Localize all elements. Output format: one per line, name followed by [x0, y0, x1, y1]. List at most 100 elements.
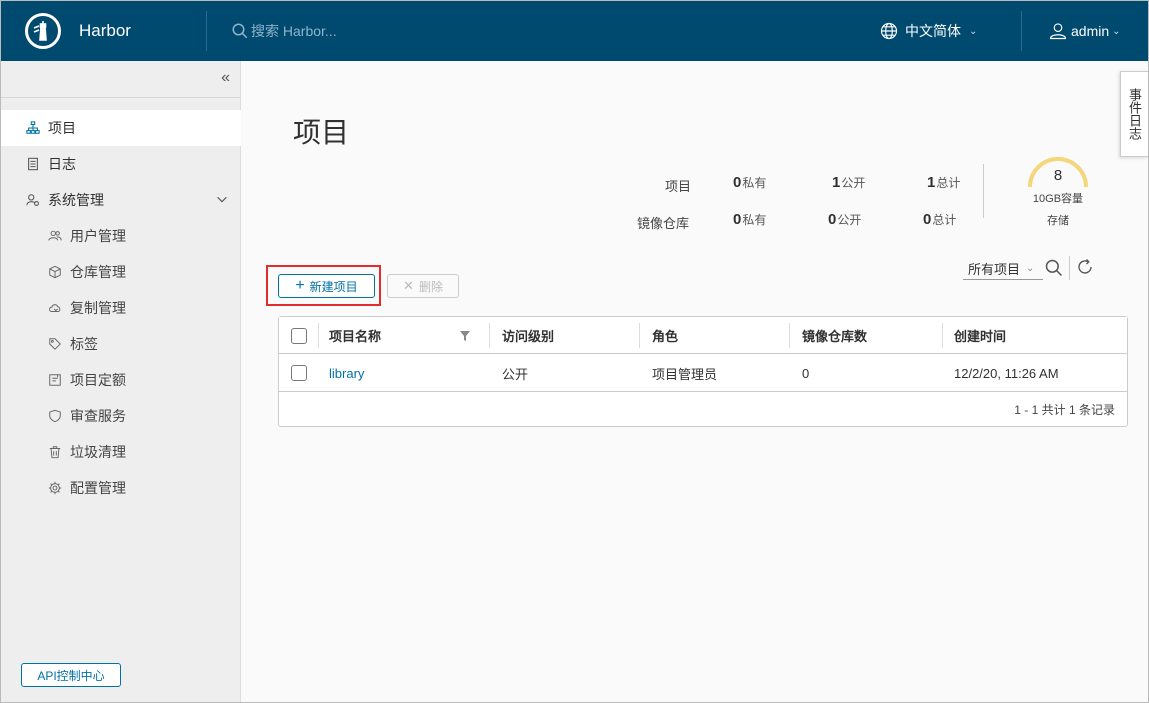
storage-label: 存储	[1047, 215, 1069, 227]
sidebar-item-label: 审查服务	[70, 408, 126, 424]
projects-icon	[25, 120, 41, 136]
api-explorer-button[interactable]: API控制中心	[21, 663, 121, 687]
stat-repositories-total: 0总计	[923, 211, 957, 228]
table-header: 项目名称 访问级别 角色 镜像仓库数 创建时间	[279, 317, 1127, 354]
sidebar-item-label: 仓库管理	[70, 264, 126, 280]
brand[interactable]: Harbor	[1, 1, 206, 61]
table-footer: 1 - 1 共计 1 条记录	[279, 393, 1127, 426]
log-icon	[25, 156, 41, 172]
stat-projects-public: 1公开	[832, 174, 866, 191]
user-menu[interactable]: admin ⌄	[1048, 1, 1121, 61]
delete-label: 删除	[418, 279, 443, 294]
page-title: 项目	[293, 117, 350, 148]
sidebar-collapse-row: «	[1, 61, 240, 98]
storage-gauge: 8 10GB容量 存储	[1026, 151, 1090, 231]
sidebar-item-registries[interactable]: 仓库管理	[1, 254, 241, 290]
new-project-button[interactable]: + 新建项目	[278, 274, 375, 298]
chevron-down-icon: ⌄	[1112, 25, 1121, 37]
header-divider	[206, 11, 207, 51]
filter-icon[interactable]	[460, 331, 470, 341]
access-level-cell: 公开	[502, 366, 529, 382]
harbor-logo-icon	[25, 13, 61, 49]
sidebar: « 项目 日志 系统管理 用户管理 仓库管理 复制管理 标签 项目定额 审查服务…	[1, 61, 241, 702]
stat-repositories-public: 0公开	[828, 211, 862, 228]
system-admin-icon	[25, 192, 41, 208]
trash-icon	[47, 444, 63, 460]
chevron-down-icon[interactable]	[215, 192, 229, 209]
delete-button[interactable]: ✕ 删除	[387, 274, 459, 298]
plus-icon: +	[295, 277, 305, 294]
sidebar-item-projects[interactable]: 项目	[1, 110, 241, 146]
column-label: 项目名称	[329, 329, 382, 344]
project-filter-select[interactable]: 所有项目 ⌄	[963, 258, 1043, 280]
chevron-down-icon: ⌄	[1026, 263, 1035, 274]
replication-icon	[47, 300, 63, 316]
select-all-checkbox[interactable]	[291, 327, 307, 344]
gear-icon	[47, 480, 63, 496]
globe-icon	[880, 22, 898, 40]
sidebar-item-garbage-collection[interactable]: 垃圾清理	[1, 434, 241, 470]
row-select-cell	[279, 354, 319, 392]
column-label: 角色	[652, 329, 679, 344]
column-label: 访问级别	[502, 329, 555, 344]
table-row: library 公开 项目管理员 0 12/2/20, 11:26 AM	[279, 354, 1127, 392]
pagination-summary: 1 - 1 共计 1 条记录	[1014, 403, 1115, 417]
column-label: 镜像仓库数	[802, 329, 868, 344]
stat-projects-total: 1总计	[927, 174, 961, 191]
storage-value: 8	[1053, 167, 1063, 184]
project-name-link[interactable]: library	[317, 354, 489, 392]
username: admin	[1071, 23, 1110, 39]
user-icon	[1049, 23, 1067, 40]
storage-capacity: 10GB容量	[1032, 193, 1084, 205]
sidebar-item-project-quotas[interactable]: 项目定额	[1, 362, 241, 398]
sidebar-item-system-admin[interactable]: 系统管理	[1, 182, 241, 218]
header-divider-2	[1021, 11, 1022, 51]
sidebar-item-label: 配置管理	[70, 480, 126, 496]
close-icon: ✕	[403, 278, 414, 293]
stats-label-repositories: 镜像仓库	[637, 216, 690, 231]
sidebar-item-users[interactable]: 用户管理	[1, 218, 241, 254]
sidebar-item-logs[interactable]: 日志	[1, 146, 241, 182]
repo-count-cell: 0	[802, 365, 810, 381]
column-label: 创建时间	[954, 329, 1007, 344]
global-search-input[interactable]: 搜索 Harbor...	[231, 21, 791, 41]
stats-label-projects: 项目	[665, 179, 692, 194]
sidebar-item-configuration[interactable]: 配置管理	[1, 470, 241, 506]
stats-divider	[983, 164, 984, 218]
sidebar-item-replications[interactable]: 复制管理	[1, 290, 241, 326]
sidebar-item-label: 日志	[48, 156, 76, 172]
projects-table: 项目名称 访问级别 角色 镜像仓库数 创建时间 library 公开 项目管理员…	[278, 316, 1128, 427]
row-checkbox[interactable]	[291, 365, 307, 381]
search-icon	[232, 23, 248, 39]
language-label: 中文简体	[905, 23, 961, 39]
event-log-tab[interactable]: 事件日志	[1120, 71, 1148, 157]
select-all-cell	[279, 317, 319, 354]
sidebar-item-label: 用户管理	[70, 228, 126, 244]
creation-time-cell: 12/2/20, 11:26 AM	[954, 365, 1059, 381]
sidebar-item-labels[interactable]: 标签	[1, 326, 241, 362]
column-access-level[interactable]: 访问级别	[490, 317, 639, 354]
filter-selected: 所有项目	[968, 262, 1021, 277]
chevron-down-icon: ⌄	[969, 25, 978, 37]
search-icon[interactable]	[1044, 258, 1064, 278]
collapse-sidebar-icon[interactable]: «	[221, 69, 230, 87]
column-creation-time[interactable]: 创建时间	[942, 317, 1127, 354]
column-repositories-count[interactable]: 镜像仓库数	[790, 317, 942, 354]
sidebar-item-label: 系统管理	[48, 192, 104, 208]
sidebar-item-label: 项目	[48, 120, 76, 136]
sidebar-item-label: 项目定额	[70, 372, 126, 388]
sidebar-item-interrogation-services[interactable]: 审查服务	[1, 398, 241, 434]
refresh-icon[interactable]	[1076, 258, 1094, 276]
sidebar-item-label: 复制管理	[70, 300, 126, 316]
sidebar-item-label: 垃圾清理	[70, 444, 126, 460]
language-selector[interactable]: 中文简体 ⌄	[879, 1, 977, 61]
role-cell: 项目管理员	[652, 366, 718, 382]
users-icon	[47, 228, 63, 244]
top-header: Harbor 搜索 Harbor... 中文简体 ⌄ admin ⌄	[1, 1, 1148, 61]
stat-projects-private: 0私有	[733, 174, 767, 191]
tag-icon	[47, 336, 63, 352]
column-role[interactable]: 角色	[640, 317, 789, 354]
new-project-label: 新建项目	[309, 279, 358, 294]
shield-icon	[47, 408, 63, 424]
toolbar-divider	[1069, 256, 1070, 280]
